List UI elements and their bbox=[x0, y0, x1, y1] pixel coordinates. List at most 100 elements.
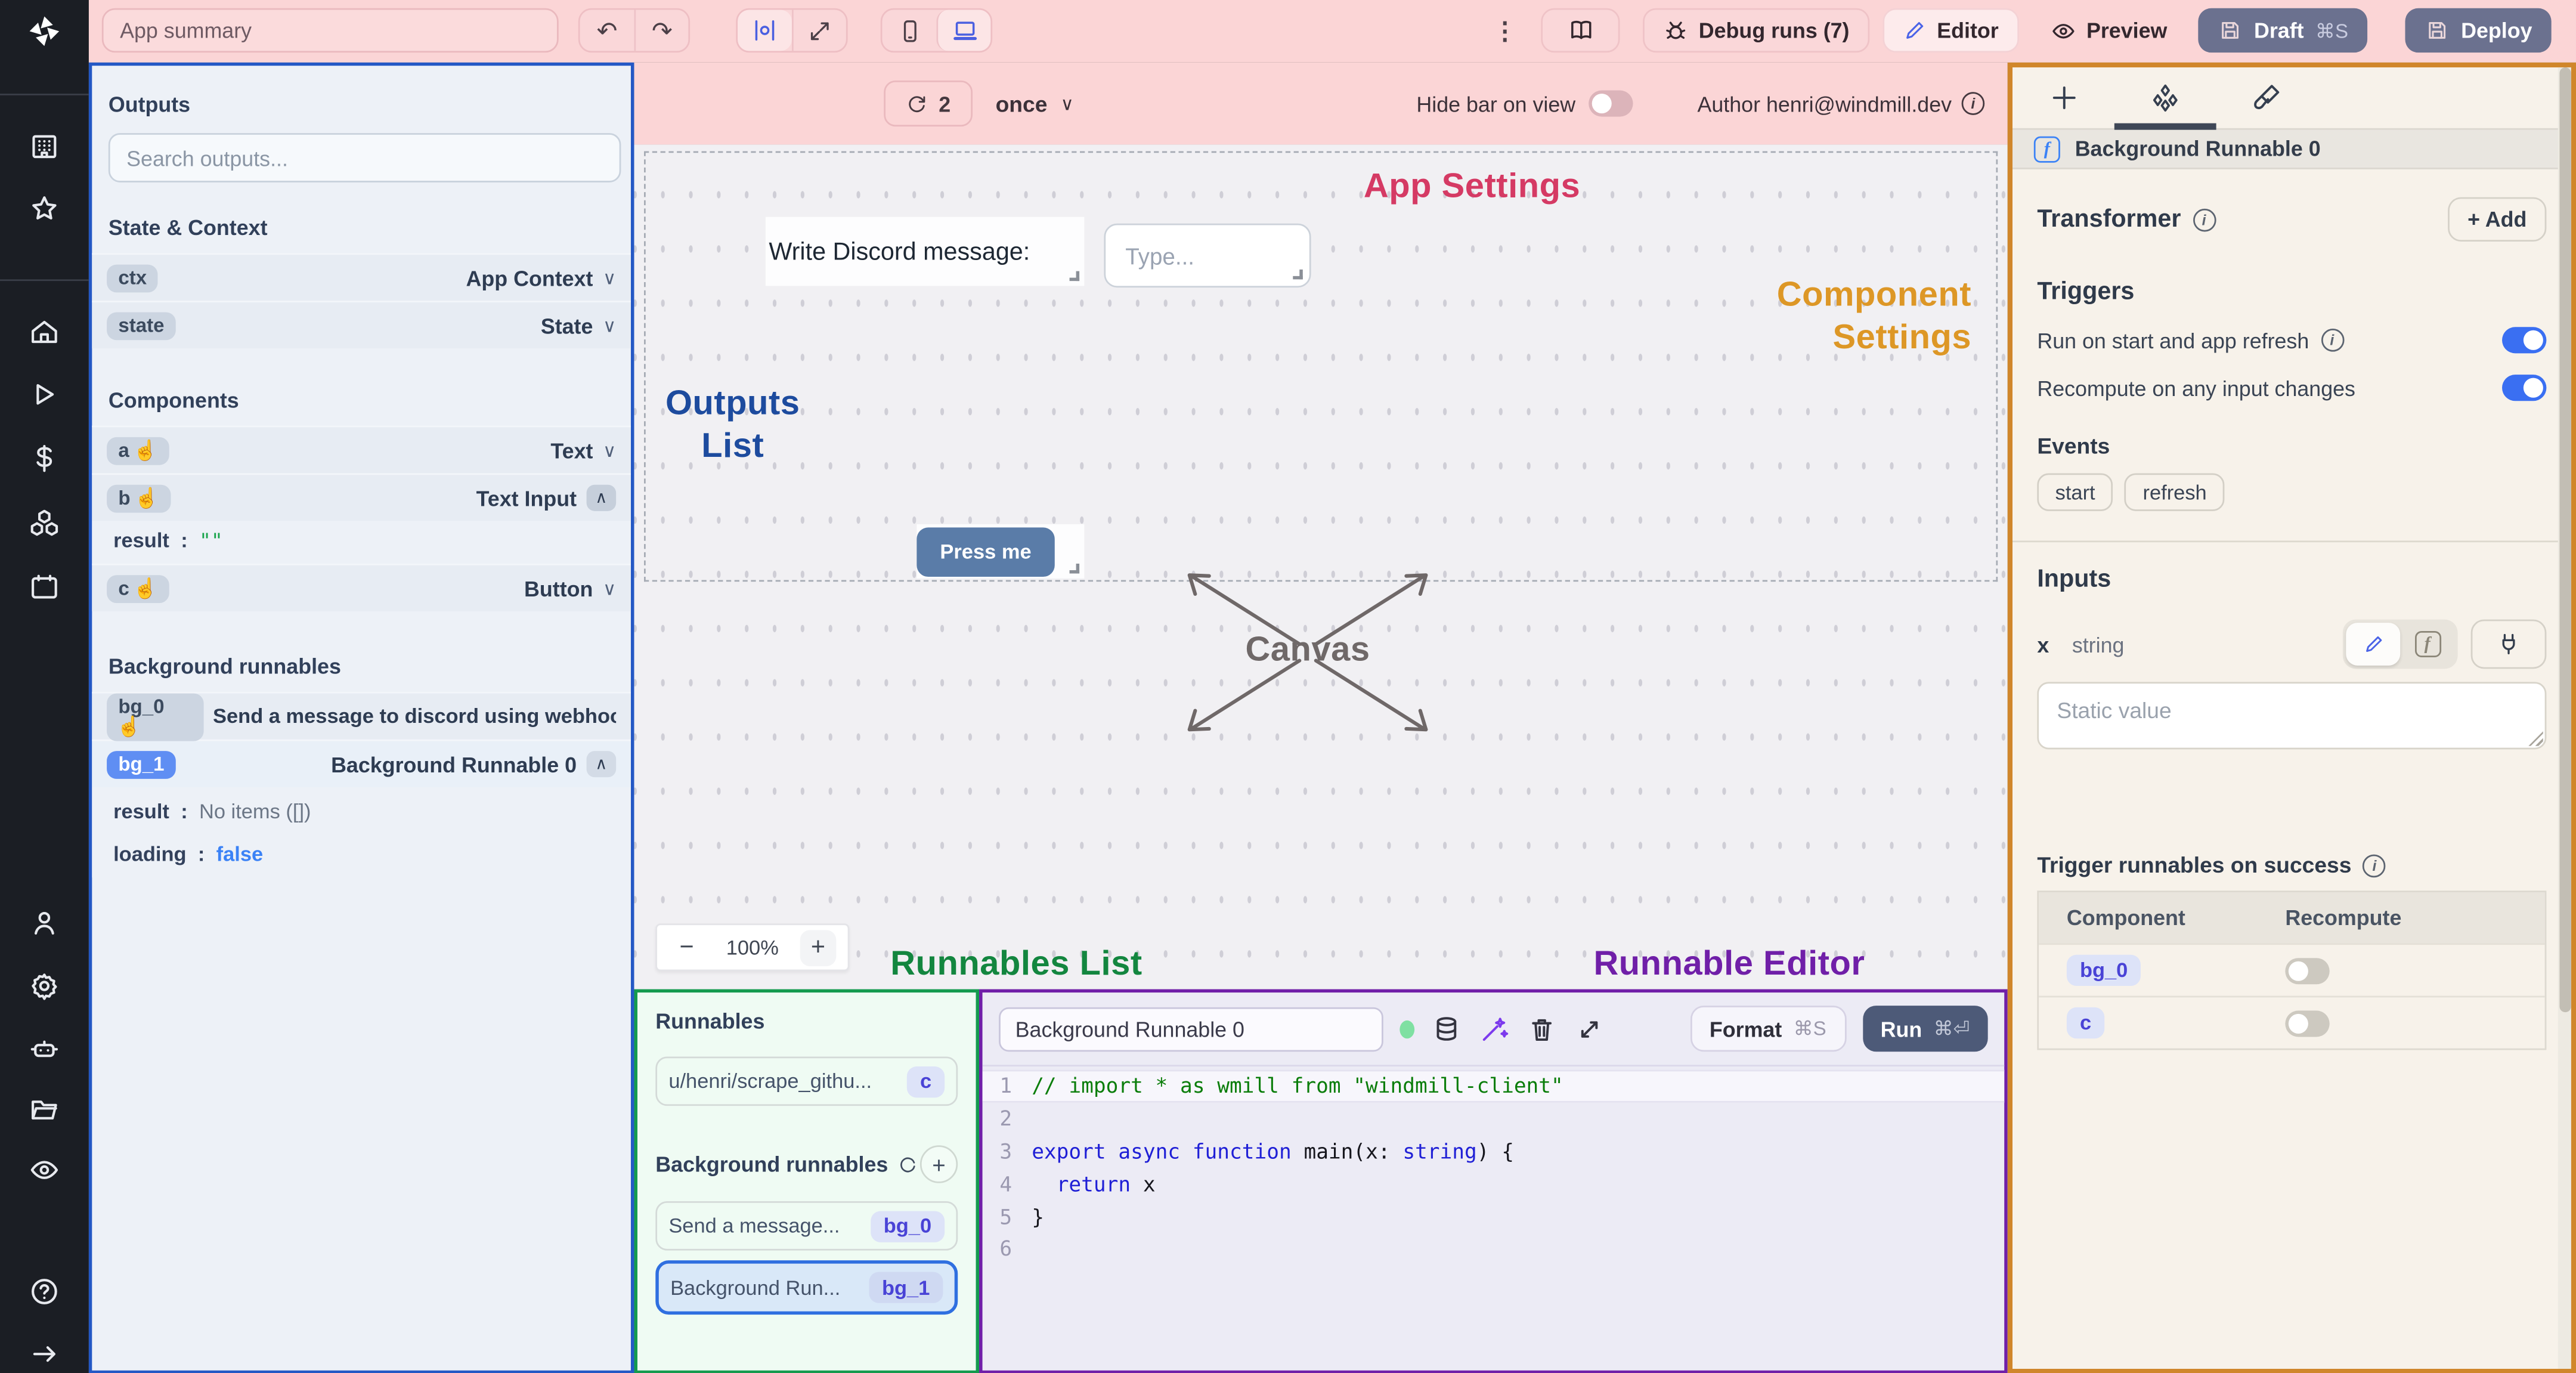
debug-runs-button[interactable]: Debug runs (7) bbox=[1643, 8, 1869, 53]
button-component-card[interactable]: Press me bbox=[917, 524, 1085, 579]
event-refresh-badge[interactable]: refresh bbox=[2125, 473, 2225, 511]
zoom-in-button[interactable]: + bbox=[800, 929, 837, 966]
collapse-arrow-icon[interactable] bbox=[28, 1338, 61, 1371]
favorites-star-icon[interactable] bbox=[28, 192, 61, 225]
schedules-icon[interactable] bbox=[28, 570, 61, 603]
code-line[interactable]: 1// import * as wmill from "windmill-cli… bbox=[982, 1069, 2005, 1103]
runs-icon[interactable] bbox=[28, 378, 61, 411]
run-button[interactable]: Run ⌘⏎ bbox=[1862, 1006, 1988, 1052]
docs-button[interactable] bbox=[1541, 8, 1620, 53]
runnable-name-input[interactable] bbox=[999, 1006, 1383, 1051]
ai-wand-icon[interactable] bbox=[1479, 1013, 1510, 1044]
users-icon[interactable] bbox=[28, 907, 61, 940]
format-button[interactable]: Format ⌘S bbox=[1689, 1006, 1846, 1052]
code-line[interactable]: 6 bbox=[983, 1232, 2005, 1265]
chevron-up-icon[interactable]: ∧ bbox=[586, 484, 617, 511]
output-row-bg0[interactable]: bg_0 ☝ Send a message to discord using w… bbox=[92, 691, 631, 741]
scrollbar-thumb[interactable] bbox=[2559, 67, 2571, 1013]
desktop-view-button[interactable] bbox=[936, 10, 991, 51]
event-start-badge[interactable]: start bbox=[2037, 473, 2113, 511]
chevron-up-icon[interactable]: ∧ bbox=[586, 751, 617, 778]
output-row-state[interactable]: state State ∨ bbox=[92, 301, 631, 349]
tab-insert-plus-icon[interactable] bbox=[2049, 82, 2080, 113]
tab-editor[interactable]: Editor bbox=[1883, 8, 2018, 53]
resize-handle[interactable] bbox=[1069, 271, 1080, 282]
zoom-out-button[interactable]: − bbox=[668, 929, 705, 966]
cache-database-icon[interactable] bbox=[1431, 1013, 1462, 1044]
resize-handle[interactable] bbox=[1069, 563, 1080, 574]
resize-handle[interactable] bbox=[1293, 269, 1303, 280]
mobile-view-button[interactable] bbox=[882, 10, 936, 51]
draft-button[interactable]: Draft ⌘S bbox=[2198, 8, 2368, 53]
static-input-mode-button[interactable] bbox=[2346, 623, 2401, 666]
code-editor[interactable]: 1// import * as wmill from "windmill-cli… bbox=[982, 1065, 2005, 1265]
settings-gear-icon[interactable] bbox=[28, 970, 61, 1003]
bg1-result-row[interactable]: result : No items ([]) bbox=[92, 787, 631, 835]
audit-eye-icon[interactable] bbox=[28, 1154, 61, 1186]
chevron-down-icon[interactable]: ∨ bbox=[603, 315, 616, 336]
code-line[interactable]: 2 bbox=[983, 1102, 2005, 1135]
chevron-down-icon[interactable]: ∨ bbox=[603, 577, 616, 599]
undo-button[interactable]: ↶ bbox=[580, 10, 634, 51]
tab-preview[interactable]: Preview bbox=[2030, 8, 2187, 52]
chevron-down-icon[interactable]: ∨ bbox=[603, 267, 616, 288]
refresh-count-button[interactable]: 2 bbox=[884, 80, 973, 127]
refresh-mode-dropdown[interactable]: once ∨ bbox=[996, 81, 1074, 126]
b-result-row[interactable]: result : "" bbox=[92, 521, 631, 564]
recompute-toggle[interactable] bbox=[2285, 1010, 2330, 1037]
static-value-input[interactable] bbox=[2037, 682, 2547, 750]
bg1-loading-row[interactable]: loading : false bbox=[92, 834, 631, 878]
billing-icon[interactable] bbox=[28, 442, 61, 475]
code-line[interactable]: 3 export async function main(x: string) { bbox=[983, 1135, 2005, 1168]
runnable-item-bg1-selected[interactable]: Background Run... bg_1 bbox=[655, 1260, 958, 1315]
delete-trash-icon[interactable] bbox=[1526, 1013, 1557, 1044]
output-row-ctx[interactable]: ctx App Context ∨ bbox=[92, 253, 631, 301]
expand-editor-icon[interactable] bbox=[1574, 1013, 1605, 1044]
deploy-button[interactable]: Deploy bbox=[2405, 8, 2552, 53]
info-icon[interactable]: i bbox=[1961, 92, 1985, 115]
run-on-start-toggle[interactable] bbox=[2502, 327, 2547, 354]
resources-icon[interactable] bbox=[28, 506, 61, 539]
centered-layout-button[interactable] bbox=[738, 10, 792, 51]
hide-bar-toggle[interactable] bbox=[1589, 90, 1633, 117]
right-panel-scrollbar[interactable] bbox=[2558, 67, 2571, 1368]
help-icon[interactable] bbox=[28, 1275, 61, 1308]
press-me-button[interactable]: Press me bbox=[917, 527, 1055, 576]
connect-input-button[interactable] bbox=[2470, 619, 2547, 669]
code-line[interactable]: 5} bbox=[983, 1200, 2005, 1233]
add-transformer-button[interactable]: + Add bbox=[2448, 197, 2547, 242]
info-icon[interactable]: i bbox=[2320, 329, 2344, 352]
tab-styling-brush-icon[interactable] bbox=[2250, 82, 2281, 113]
tab-components-icon[interactable] bbox=[2149, 81, 2182, 114]
recompute-toggle[interactable] bbox=[2285, 957, 2330, 984]
search-outputs-input[interactable] bbox=[108, 133, 621, 183]
add-background-runnable-button[interactable]: + bbox=[919, 1145, 958, 1183]
textinput-component[interactable] bbox=[1104, 223, 1311, 288]
info-icon[interactable]: i bbox=[2192, 208, 2216, 231]
more-menu-button[interactable]: ⋮ bbox=[1493, 8, 1517, 52]
recompute-toggle[interactable] bbox=[2502, 375, 2547, 401]
app-drop-zone[interactable] bbox=[643, 151, 1998, 582]
home-icon[interactable] bbox=[28, 316, 61, 348]
info-icon[interactable]: i bbox=[2363, 854, 2386, 877]
runnable-item-scrape-github[interactable]: u/henri/scrape_githu... c bbox=[655, 1056, 958, 1106]
app-summary-input[interactable] bbox=[101, 8, 559, 53]
code-line[interactable]: 4 return x bbox=[983, 1167, 2005, 1200]
redo-button[interactable]: ↷ bbox=[634, 10, 688, 51]
workers-robot-icon[interactable] bbox=[28, 1032, 61, 1065]
output-row-b[interactable]: b ☝ Text Input ∧ bbox=[92, 473, 631, 521]
canvas-area[interactable]: App Settings Component Settings Outputs Li… bbox=[634, 144, 2008, 989]
runnable-item-bg0[interactable]: Send a message... bg_0 bbox=[655, 1201, 958, 1251]
text-component-discord-label[interactable]: Write Discord message: bbox=[765, 217, 1085, 286]
workspace-icon[interactable] bbox=[28, 130, 61, 163]
component-badge[interactable]: bg_0 bbox=[2066, 954, 2141, 987]
output-row-c[interactable]: c ☝ Button ∨ bbox=[92, 563, 631, 611]
chevron-down-icon[interactable]: ∨ bbox=[603, 440, 616, 461]
expr-input-mode-button[interactable]: f bbox=[2400, 623, 2454, 666]
windmill-logo[interactable] bbox=[0, 0, 89, 63]
fullscreen-button[interactable] bbox=[791, 10, 846, 51]
output-row-bg1[interactable]: bg_1 Background Runnable 0 ∧ bbox=[92, 739, 631, 787]
output-row-a[interactable]: a ☝ Text ∨ bbox=[92, 425, 631, 474]
component-badge[interactable]: c bbox=[2066, 1007, 2105, 1039]
folders-icon[interactable] bbox=[28, 1093, 61, 1125]
